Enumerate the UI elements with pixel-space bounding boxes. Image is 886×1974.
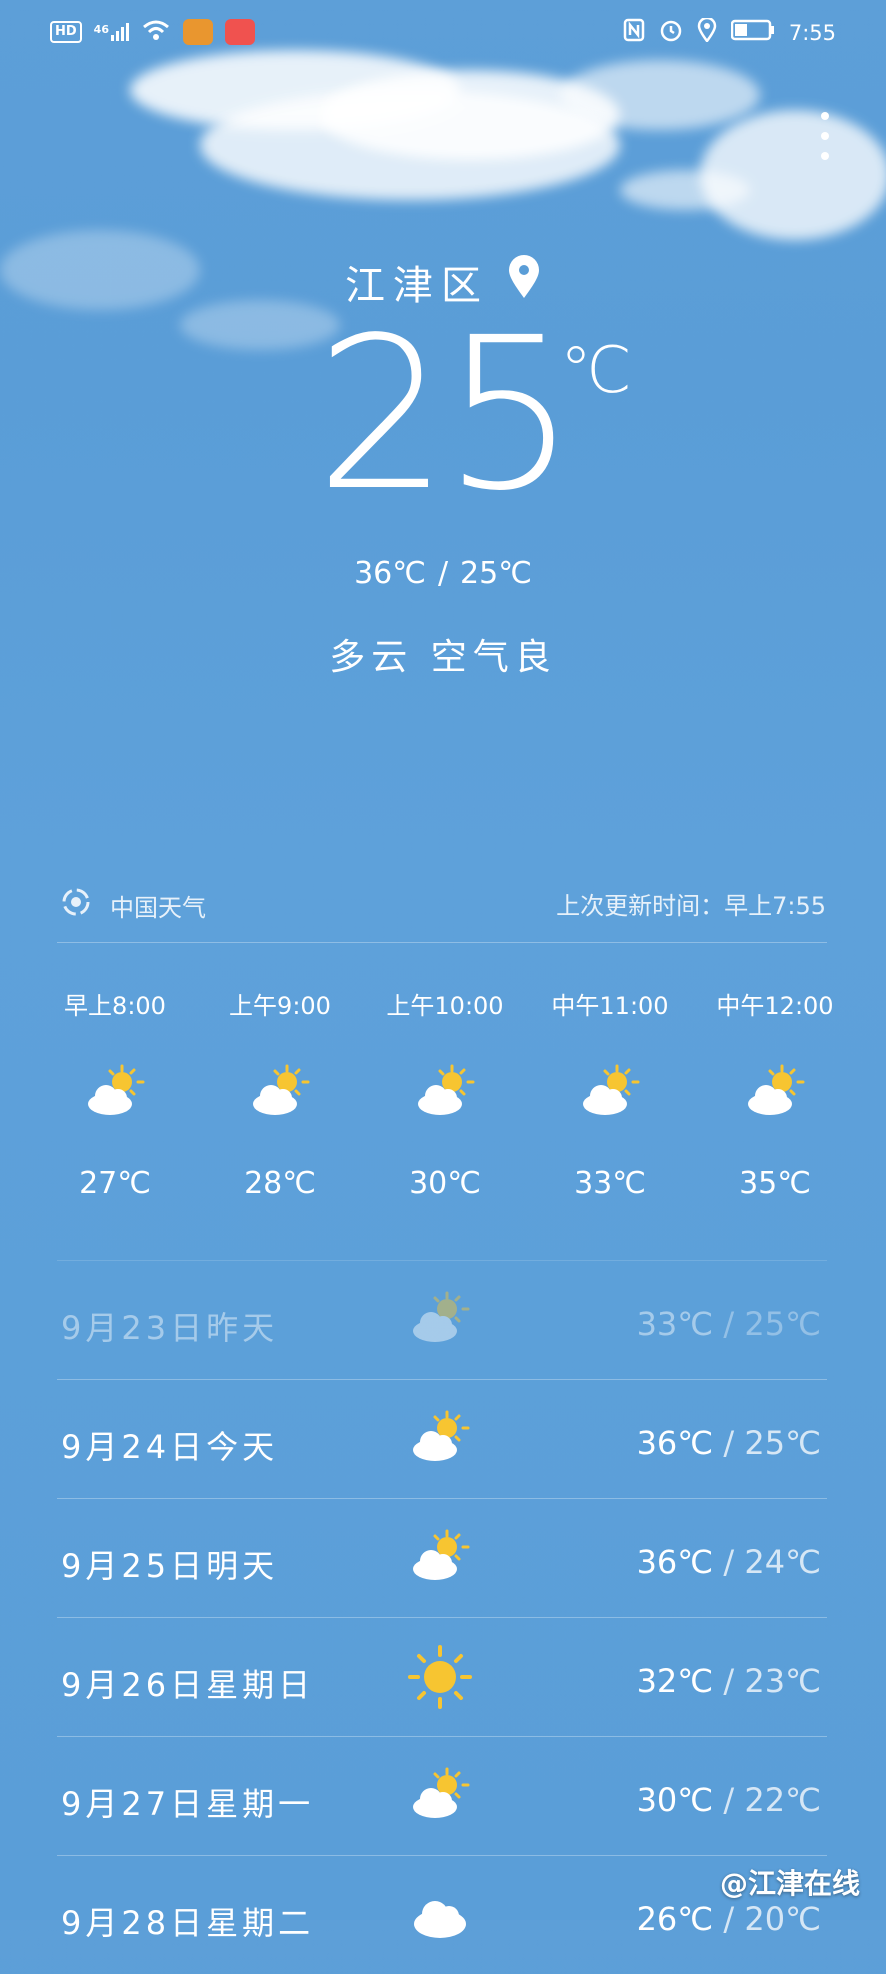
daily-forecast[interactable]: 9月23日昨天 33℃ / 25℃ 9月24日今天 36℃ / 25℃ 9月25… <box>57 1260 827 1974</box>
hour-label: 中午12:00 <box>716 992 834 1020</box>
partly-cloudy-icon <box>215 1060 345 1130</box>
nfc-icon <box>623 18 645 47</box>
today-high: 36℃ <box>354 556 426 591</box>
day-low: 23℃ <box>744 1662 821 1700</box>
status-bar: HD 46 7:55 <box>0 0 886 66</box>
hourly-forecast[interactable]: 早上8:00 27℃ 上午9:00 28℃ 上午10:00 30℃ 中午11:0… <box>50 986 840 1216</box>
daily-row[interactable]: 9月27日星期一 30℃ / 22℃ <box>57 1736 827 1855</box>
hour-label: 早上8:00 <box>64 992 166 1020</box>
hour-label: 上午10:00 <box>386 992 504 1020</box>
hourly-item: 上午10:00 30℃ <box>380 986 510 1216</box>
partly-cloudy-icon <box>545 1060 675 1130</box>
cloudy-icon <box>414 1901 466 1938</box>
partly-cloudy-icon <box>380 1060 510 1130</box>
more-options-icon[interactable] <box>820 112 830 160</box>
weather-condition: 多云 空气良 <box>329 637 557 678</box>
source-row: 中国天气 上次更新时间：早上7:55 <box>60 886 826 922</box>
hour-temp: 30℃ <box>409 1166 481 1201</box>
wifi-icon <box>141 18 171 46</box>
partly-cloudy-icon <box>413 1410 470 1461</box>
location-icon <box>697 16 717 47</box>
china-weather-logo-icon <box>60 886 92 924</box>
app-notification-icon <box>182 19 213 45</box>
partly-cloudy-icon <box>413 1767 470 1818</box>
hour-label: 上午9:00 <box>229 992 331 1020</box>
hour-temp: 35℃ <box>739 1166 811 1201</box>
partly-cloudy-icon <box>413 1291 470 1342</box>
day-label: 9月27日星期一 <box>61 1785 315 1823</box>
sunny-icon <box>408 1645 472 1709</box>
day-label: 9月24日今天 <box>61 1428 279 1466</box>
day-label: 9月28日星期二 <box>61 1904 315 1942</box>
day-low: 24℃ <box>744 1543 821 1581</box>
hour-temp: 33℃ <box>574 1166 646 1201</box>
day-label: 9月25日明天 <box>61 1547 279 1585</box>
daily-row[interactable]: 9月25日明天 36℃ / 24℃ <box>57 1498 827 1617</box>
today-temp-range: 36℃ / 25℃ <box>0 556 886 591</box>
range-separator: / <box>437 556 449 591</box>
battery-icon <box>730 19 775 46</box>
today-low: 25℃ <box>460 556 532 591</box>
day-high: 32℃ <box>636 1662 714 1700</box>
day-high: 26℃ <box>636 1900 714 1938</box>
day-label: 9月26日星期日 <box>61 1666 315 1704</box>
signal-icon: 46 <box>94 23 129 41</box>
app-notification-icon <box>224 19 255 45</box>
current-temp-unit: ℃ <box>560 334 632 408</box>
hourly-item: 中午12:00 35℃ <box>710 986 840 1216</box>
day-low: 20℃ <box>744 1900 821 1938</box>
hourly-item: 早上8:00 27℃ <box>50 986 180 1216</box>
hd-icon: HD <box>50 21 82 43</box>
partly-cloudy-icon <box>413 1529 470 1580</box>
day-low: 25℃ <box>744 1424 821 1462</box>
day-high: 33℃ <box>636 1305 714 1343</box>
source-name: 中国天气 <box>110 893 206 922</box>
divider <box>57 942 827 943</box>
day-label: 9月23日昨天 <box>61 1309 279 1347</box>
day-low: 22℃ <box>744 1781 821 1819</box>
day-high: 36℃ <box>636 1543 714 1581</box>
daily-row[interactable]: 9月26日星期日 32℃ / 23℃ <box>57 1617 827 1736</box>
partly-cloudy-icon <box>50 1060 180 1130</box>
day-high: 36℃ <box>636 1424 714 1462</box>
hour-temp: 28℃ <box>244 1166 316 1201</box>
hour-label: 中午11:00 <box>551 992 669 1020</box>
hourly-item: 中午11:00 33℃ <box>545 986 675 1216</box>
current-temp-value: 25 <box>315 292 576 537</box>
daily-row[interactable]: 9月23日昨天 33℃ / 25℃ <box>57 1260 827 1379</box>
daily-row[interactable]: 9月28日星期二 26℃ / 20℃ <box>57 1855 827 1974</box>
partly-cloudy-icon <box>710 1060 840 1130</box>
watermark: @江津在线 <box>719 1867 860 1900</box>
current-temperature: 25 ℃ <box>0 300 886 530</box>
status-time: 7:55 <box>788 20 836 45</box>
day-high: 30℃ <box>636 1781 714 1819</box>
alarm-icon <box>659 18 683 47</box>
hour-temp: 27℃ <box>79 1166 151 1201</box>
daily-row[interactable]: 9月24日今天 36℃ / 25℃ <box>57 1379 827 1498</box>
hourly-item: 上午9:00 28℃ <box>215 986 345 1216</box>
day-low: 25℃ <box>744 1305 821 1343</box>
last-updated: 上次更新时间：早上7:55 <box>556 892 826 920</box>
